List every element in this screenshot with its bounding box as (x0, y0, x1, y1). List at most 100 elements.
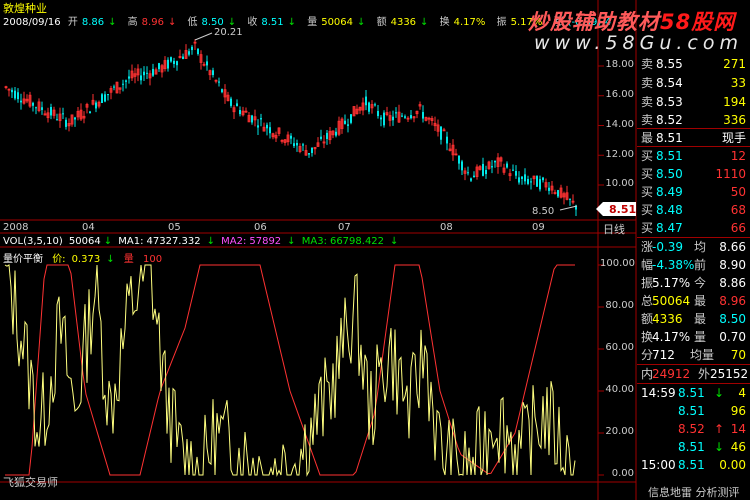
ohlc-info-bar: 2008/09/16 开 8.86 ↓ 高 8.96 ↓ 低 8.50 ↓ 收 8.51 ↓ 量… (3, 17, 612, 28)
sell-label: 卖 (641, 76, 654, 90)
sell-label: 卖 (641, 113, 654, 127)
ind-price-label: 价: (52, 254, 66, 265)
ma3-value: 66798.422 (329, 236, 385, 247)
sell-price: 8.55 (656, 57, 683, 71)
quote-value: 4336 (652, 312, 683, 326)
buy-price: 8.48 (656, 203, 683, 217)
turnover-label: 换 (439, 17, 450, 28)
quote-row: 分 712 均量 70 (638, 346, 750, 364)
price-axis-label: 10.00 (605, 178, 634, 189)
buy-label: 买 (641, 149, 654, 163)
buy-vol: 50 (730, 185, 746, 199)
vol-name: VOL(3,5,10) (3, 236, 63, 247)
close-value: 8.51 (261, 17, 284, 28)
amplitude-label: 振 (496, 17, 507, 28)
min-marker-line (559, 205, 578, 211)
tick-arrow: ↓ (714, 386, 725, 400)
quote-value: 50064 (652, 294, 691, 308)
ma2-label: MA2: (221, 236, 247, 247)
ind-vol-value: 100 (142, 254, 163, 265)
quote-key2: 今 (694, 276, 707, 290)
volume-value: 50064 (321, 17, 354, 28)
quote-value2: 8.66 (719, 240, 746, 254)
date-axis-label: 06 (254, 222, 267, 233)
site-watermark: www.58Gu.com (534, 32, 744, 54)
tick-time: 14:59 (641, 386, 676, 400)
indicator-axis-ticks (598, 264, 604, 476)
sell-row: 卖 8.53 194 (638, 93, 750, 111)
quote-row: 幅 -4.38% 前 8.90 (638, 256, 750, 274)
tick-price: 8.51 (678, 440, 705, 454)
quote-value2: 8.86 (719, 276, 746, 290)
candlestick-series (4, 39, 577, 217)
buy-price: 8.49 (656, 185, 683, 199)
turnover-value: 4.17% (453, 17, 486, 28)
sell-vol: 194 (723, 95, 746, 109)
quote-key2: 最 (694, 294, 707, 308)
quote-value: -0.39 (652, 240, 684, 254)
quote-row: 总 50064 最 8.96 (638, 292, 750, 310)
sell-label: 卖 (641, 95, 654, 109)
tick-price: 8.51 (678, 404, 705, 418)
sell-row: 卖 8.55 271 (638, 55, 750, 73)
quote-key2: 最 (694, 312, 707, 326)
quote-value: 712 (652, 348, 675, 362)
quote-key2: 量 (694, 330, 707, 344)
buy-label: 买 (641, 185, 654, 199)
tick-row: 8.52 ↑ 14 (638, 420, 750, 438)
buy-price: 8.51 (656, 149, 683, 163)
buy-row: 买 8.51 12 (638, 147, 750, 165)
footer-tabs[interactable]: 信息地雷 分析测评 (648, 484, 740, 500)
brand-highlight: 58股网 (660, 10, 736, 34)
amount-value: 4336 (390, 17, 417, 28)
price-axis-label: 18.00 (605, 59, 634, 70)
date-axis-label: 07 (338, 222, 351, 233)
tick-price: 8.52 (678, 422, 705, 436)
ind-price-value: 0.373 (71, 254, 101, 265)
current-price-tag-label: 8.51 (609, 203, 637, 216)
volume-label: 量 (307, 17, 318, 28)
brand-text: 炒股辅助教材 (528, 10, 660, 34)
sell-price: 8.52 (656, 113, 683, 127)
buy-price: 8.47 (656, 221, 683, 235)
sell-vol: 271 (723, 57, 746, 71)
tick-arrow: ↑ (714, 422, 725, 436)
quote-row: 振 5.17% 今 8.86 (638, 274, 750, 292)
indicator-bar: 量价平衡 价: 0.373 ↓ 量 100 (3, 254, 163, 265)
tick-vol: 14 (730, 422, 746, 436)
quote-value2: 0.70 (719, 330, 746, 344)
sell-row: 卖 8.52 336 (638, 111, 750, 129)
date-axis-label: 08 (440, 222, 453, 233)
sell-price: 8.54 (656, 76, 683, 90)
indicator-axis-label: 60.00 (605, 342, 634, 353)
high-label: 高 (127, 17, 138, 28)
vol-indicator-bar: VOL(3,5,10) 50064 ↓ MA1: 47327.332 ↓ MA2: 57… (3, 236, 399, 247)
sell-row: 卖 8.54 33 (638, 74, 750, 92)
ind-vol-label: 量 (123, 254, 134, 265)
hand-label: 现手 (721, 131, 746, 145)
indicator-axis-label: 0.00 (611, 468, 634, 479)
max-price-marker: 20.21 (214, 27, 243, 38)
date-axis-label: 2008 (3, 222, 29, 233)
buy-row: 买 8.48 68 (638, 201, 750, 219)
indicator-axis-label: 40.00 (605, 384, 634, 395)
low-label: 低 (187, 17, 198, 28)
quote-value: 5.17% (652, 276, 691, 290)
buy-label: 买 (641, 167, 654, 181)
buy-vol: 12 (730, 149, 746, 163)
close-label: 收 (247, 17, 258, 28)
indicator-name: 量价平衡 (3, 254, 43, 265)
buy-row: 买 8.50 1110 (638, 165, 750, 183)
quote-key2: 前 (694, 258, 707, 272)
tick-vol: 96 (730, 404, 746, 418)
tick-price: 8.51 (678, 458, 705, 472)
price-axis-label: 14.00 (605, 119, 634, 130)
indicator-axis-label: 80.00 (605, 300, 634, 311)
sell-vol: 33 (730, 76, 746, 90)
buy-label: 买 (641, 203, 654, 217)
ma1-value: 47327.332 (146, 236, 201, 247)
quote-value2: 8.96 (719, 294, 746, 308)
buy-row: 买 8.47 66 (638, 219, 750, 237)
period-label[interactable]: 日线 (603, 221, 625, 237)
quote-row: 额 4336 最 8.50 (638, 310, 750, 328)
